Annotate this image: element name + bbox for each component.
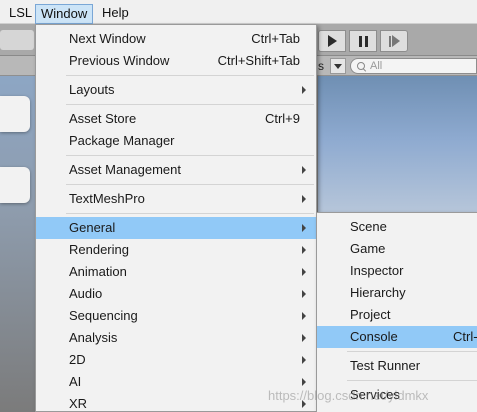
subbar-dropdown[interactable] <box>330 58 346 74</box>
menubar: LSL Window Help <box>0 0 477 24</box>
subbar-label-fragment: s <box>318 59 324 73</box>
menu-item-label: General <box>69 220 116 235</box>
menu-item-label: XR <box>69 396 88 411</box>
menu-item-layouts[interactable]: Layouts <box>36 79 316 101</box>
menu-item-label: Analysis <box>69 330 118 345</box>
submenu-item-label: Scene <box>350 219 387 234</box>
submenu-arrow-icon <box>302 86 306 94</box>
pause-icon <box>358 35 368 47</box>
step-icon <box>388 35 400 47</box>
menu-item-asset-management[interactable]: Asset Management <box>36 159 316 181</box>
menu-item-sequencing[interactable]: Sequencing <box>36 305 316 327</box>
play-button[interactable] <box>318 30 346 52</box>
menu-item-label: Previous Window <box>69 53 170 68</box>
menu-item-textmeshpro[interactable]: TextMeshPro <box>36 188 316 210</box>
menu-window[interactable]: Window <box>35 4 94 24</box>
submenu-item-project[interactable]: Project <box>317 304 477 326</box>
menu-item-analysis[interactable]: Analysis <box>36 327 316 349</box>
menu-item-shortcut: Ctrl+Tab <box>251 31 300 46</box>
menu-item-label: Rendering <box>69 242 129 257</box>
menu-item-label: Asset Store <box>69 111 137 126</box>
dropdown-caret-icon <box>334 63 342 69</box>
submenu-item-label: Inspector <box>350 263 404 278</box>
submenu-arrow-icon <box>302 246 306 254</box>
menu-item-animation[interactable]: Animation <box>36 261 316 283</box>
submenu-item-shortcut: Ctrl- <box>453 329 477 344</box>
menu-item-general[interactable]: General <box>36 217 316 239</box>
submenu-item-test-runner[interactable]: Test Runner <box>317 355 477 377</box>
submenu-arrow-icon <box>302 378 306 386</box>
search-placeholder: All <box>370 60 383 72</box>
menu-item-label: Animation <box>69 264 127 279</box>
step-button[interactable] <box>380 30 408 52</box>
menu-separator <box>347 380 477 381</box>
menu-item-audio[interactable]: Audio <box>36 283 316 305</box>
menu-item-label: TextMeshPro <box>69 191 145 206</box>
submenu-arrow-icon <box>302 356 306 364</box>
menu-separator <box>66 184 314 185</box>
menu-item-label: 2D <box>69 352 86 367</box>
window-menu: Next Window Ctrl+Tab Previous Window Ctr… <box>35 24 317 412</box>
scene-overlay-card[interactable] <box>0 167 30 203</box>
submenu-arrow-icon <box>302 290 306 298</box>
submenu-item-label: Hierarchy <box>350 285 406 300</box>
scene-viewport-sky <box>318 76 477 216</box>
scene-overlay-card[interactable] <box>0 96 30 132</box>
submenu-item-label: Project <box>350 307 391 322</box>
submenu-item-hierarchy[interactable]: Hierarchy <box>317 282 477 304</box>
submenu-arrow-icon <box>302 334 306 342</box>
general-submenu: Scene Game Inspector Hierarchy Project C… <box>316 212 477 412</box>
menu-separator <box>66 104 314 105</box>
menu-item-label: Sequencing <box>69 308 138 323</box>
submenu-item-label: Test Runner <box>350 358 421 373</box>
menu-item-label: Next Window <box>69 31 146 46</box>
menu-separator <box>347 351 477 352</box>
menu-lsl[interactable]: LSL <box>4 4 37 22</box>
submenu-arrow-icon <box>302 195 306 203</box>
menu-separator <box>66 213 314 214</box>
submenu-item-game[interactable]: Game <box>317 238 477 260</box>
menu-item-2d[interactable]: 2D <box>36 349 316 371</box>
watermark: https://blog.csdn.net/yldmkx <box>268 388 429 403</box>
menu-item-asset-store[interactable]: Asset Store Ctrl+9 <box>36 108 316 130</box>
submenu-item-label: Game <box>350 241 386 256</box>
menu-item-next-window[interactable]: Next Window Ctrl+Tab <box>36 28 316 50</box>
submenu-arrow-icon <box>302 268 306 276</box>
pause-button[interactable] <box>349 30 377 52</box>
menu-item-package-manager[interactable]: Package Manager <box>36 130 316 152</box>
search-icon <box>357 61 366 71</box>
submenu-item-console[interactable]: Console Ctrl- <box>317 326 477 348</box>
submenu-item-scene[interactable]: Scene <box>317 216 477 238</box>
submenu-arrow-icon <box>302 312 306 320</box>
menu-item-label: Layouts <box>69 82 115 97</box>
menu-separator <box>66 155 314 156</box>
menu-item-label: Package Manager <box>69 133 175 148</box>
menu-item-shortcut: Ctrl+9 <box>264 111 300 126</box>
submenu-item-inspector[interactable]: Inspector <box>317 260 477 282</box>
menu-item-previous-window[interactable]: Previous Window Ctrl+Shift+Tab <box>36 50 316 72</box>
menu-help[interactable]: Help <box>97 4 134 22</box>
submenu-arrow-icon <box>302 224 306 232</box>
play-icon <box>327 35 337 47</box>
hierarchy-search-input[interactable]: All <box>350 58 477 74</box>
submenu-item-label: Console <box>350 329 398 344</box>
menu-item-label: Asset Management <box>69 162 182 177</box>
menu-item-rendering[interactable]: Rendering <box>36 239 316 261</box>
menu-item-shortcut: Ctrl+Shift+Tab <box>217 53 300 68</box>
toolbar-left-control[interactable] <box>0 30 34 50</box>
submenu-arrow-icon <box>302 166 306 174</box>
menu-item-label: AI <box>69 374 82 389</box>
menu-separator <box>66 75 314 76</box>
menu-item-label: Audio <box>69 286 103 301</box>
